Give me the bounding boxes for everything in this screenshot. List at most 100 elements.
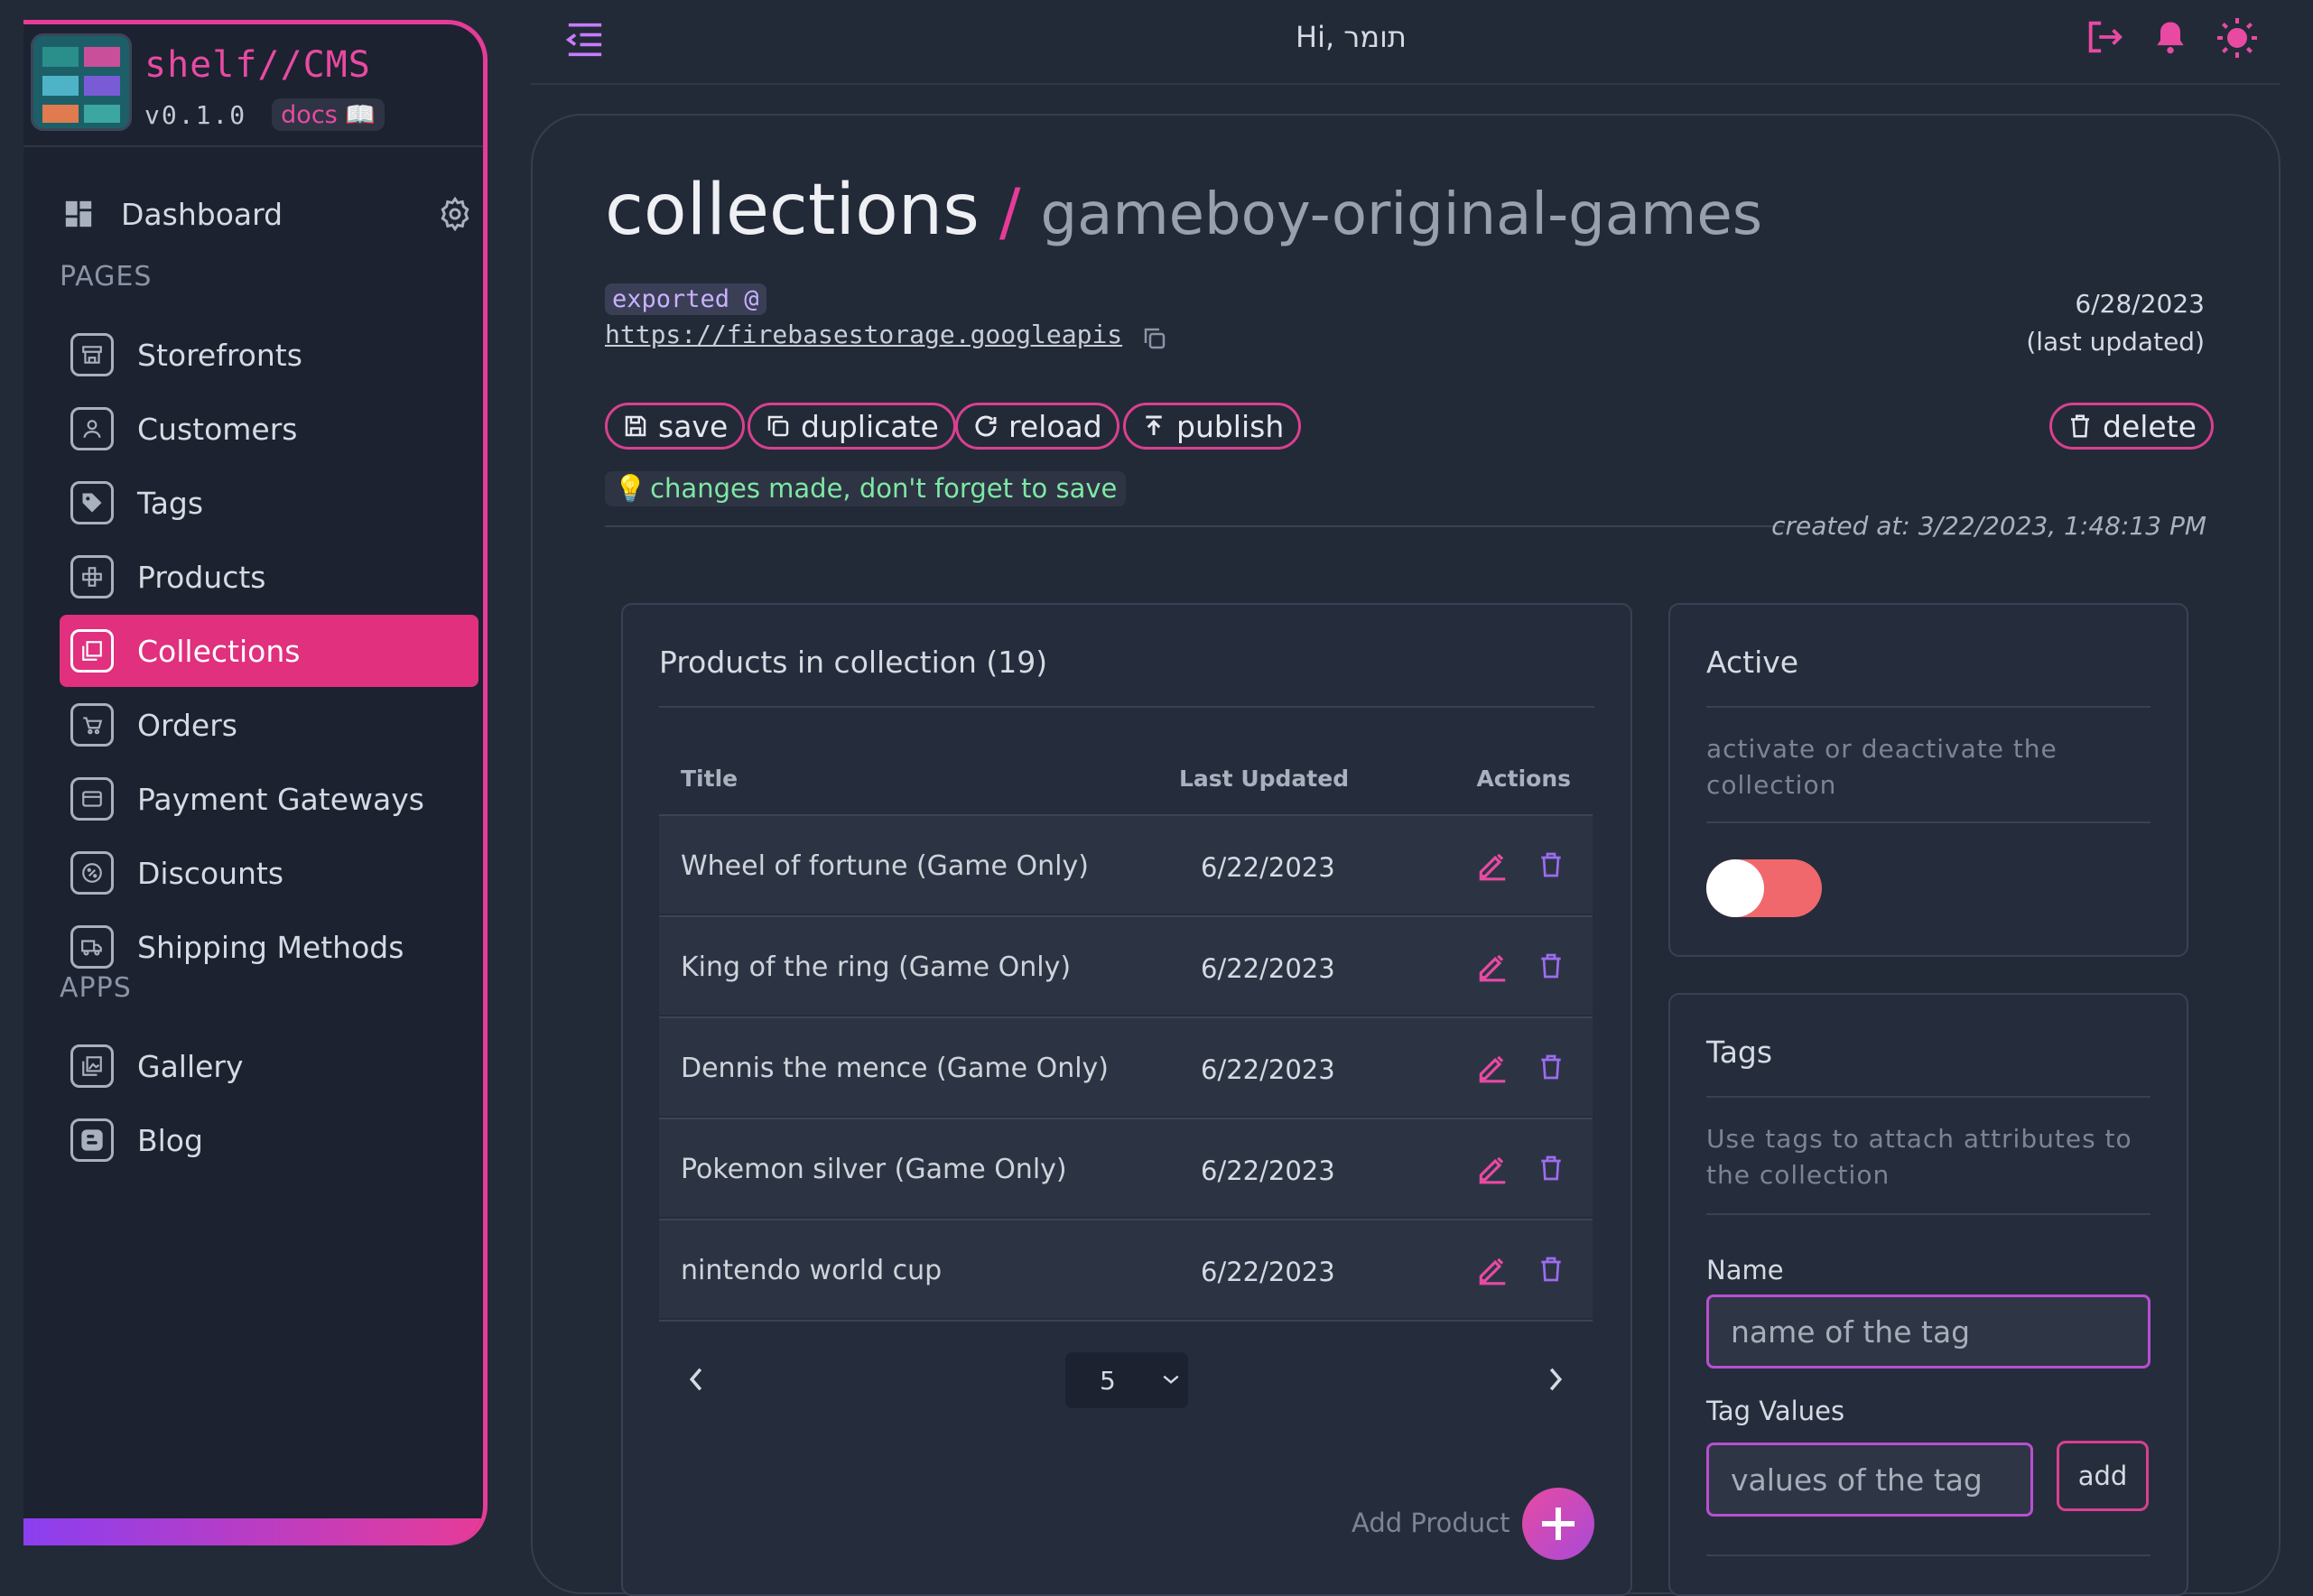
tags-panel-divider-3 xyxy=(1706,1554,2150,1556)
column-actions: Actions xyxy=(1476,766,1571,792)
storefront-icon xyxy=(70,333,114,376)
page-size-select[interactable]: 5 xyxy=(1065,1352,1188,1408)
sidebar-item-blog[interactable]: Blog xyxy=(60,1104,478,1176)
edit-icon[interactable] xyxy=(1475,1049,1509,1085)
sidebar-bottom-gradient xyxy=(23,1518,483,1545)
copy-icon[interactable] xyxy=(1141,325,1168,352)
duplicate-button-label: duplicate xyxy=(801,408,939,444)
reload-button[interactable]: reload xyxy=(955,403,1119,450)
image-icon xyxy=(70,1044,114,1088)
docs-link[interactable]: docs 📖 xyxy=(272,98,385,131)
tag-values-input[interactable] xyxy=(1706,1443,2033,1517)
user-icon xyxy=(70,407,114,450)
toggle-knob xyxy=(1706,859,1764,917)
menu-collapse-icon[interactable] xyxy=(565,22,605,58)
upload-icon xyxy=(1146,415,1162,435)
active-panel-divider-2 xyxy=(1706,821,2150,823)
page-title: collections / gameboy-original-games xyxy=(605,170,1762,251)
last-updated-label: (last updated) xyxy=(2026,327,2205,357)
export-url-link[interactable]: https://firebasestorage.googleapis xyxy=(605,320,1122,349)
active-toggle[interactable] xyxy=(1706,859,1822,917)
tags-panel-divider-2 xyxy=(1706,1213,2150,1215)
cart-icon xyxy=(70,703,114,747)
add-product-button[interactable] xyxy=(1522,1488,1594,1560)
sidebar-item-dashboard[interactable]: Dashboard xyxy=(60,187,478,241)
user-greeting: Hi, תומר xyxy=(1296,20,1407,54)
products-panel-divider xyxy=(659,706,1594,708)
publish-button-label: publish xyxy=(1176,408,1285,444)
trash-icon[interactable] xyxy=(1537,1051,1565,1083)
edit-icon[interactable] xyxy=(1475,847,1509,883)
version-label: v0.1.0 xyxy=(144,99,247,130)
sidebar-item-label: Dashboard xyxy=(121,196,283,232)
sidebar-item-label: Products xyxy=(137,559,266,595)
sun-icon[interactable] xyxy=(2215,16,2259,60)
created-at-label: created at: 3/22/2023, 1:48:13 PM xyxy=(1771,511,2206,541)
sidebar-item-customers[interactable]: Customers xyxy=(60,393,478,465)
table-row[interactable]: King of the ring (Game Only) 6/22/2023 xyxy=(659,915,1593,1015)
sidebar-item-storefronts[interactable]: Storefronts xyxy=(60,319,478,391)
sidebar-item-tags[interactable]: Tags xyxy=(60,467,478,539)
tags-panel-divider xyxy=(1706,1096,2150,1098)
trash-icon[interactable] xyxy=(1537,1152,1565,1184)
sidebar-item-label: Gallery xyxy=(137,1048,244,1084)
blogger-icon xyxy=(70,1118,114,1162)
collections-icon xyxy=(70,629,114,673)
plus-icon xyxy=(1542,1508,1575,1540)
duplicate-button[interactable]: duplicate xyxy=(748,403,956,450)
add-product-label: Add Product xyxy=(1352,1508,1510,1538)
trash-icon[interactable] xyxy=(1537,950,1565,982)
tag-name-input[interactable] xyxy=(1706,1294,2150,1369)
exported-badge: exported @ xyxy=(605,283,766,315)
last-updated-date: 6/28/2023 xyxy=(2075,289,2205,319)
sidebar-item-label: Shipping Methods xyxy=(137,929,404,965)
collection-handle: gameboy-original-games xyxy=(1040,181,1763,248)
tag-name-label: Name xyxy=(1706,1255,1784,1285)
save-button[interactable]: save xyxy=(605,403,746,450)
gamepad-icon xyxy=(70,555,114,598)
edit-icon[interactable] xyxy=(1475,1251,1509,1287)
sidebar-item-orders[interactable]: Orders xyxy=(60,689,478,761)
product-title: Wheel of fortune (Game Only) xyxy=(681,850,1089,882)
sidebar-divider xyxy=(23,145,483,147)
delete-button[interactable]: delete xyxy=(2049,403,2214,450)
sidebar-item-discounts[interactable]: Discounts xyxy=(60,837,478,909)
column-title: Title xyxy=(681,766,738,792)
trash-icon xyxy=(2071,414,2089,438)
table-row[interactable]: Pokemon silver (Game Only) 6/22/2023 xyxy=(659,1118,1593,1217)
sidebar-item-collections[interactable]: Collections xyxy=(60,615,478,687)
sidebar-item-label: Blog xyxy=(137,1122,203,1158)
chevron-left-icon[interactable] xyxy=(686,1365,706,1394)
topbar-divider xyxy=(531,83,2280,85)
product-title: Dennis the mence (Game Only) xyxy=(681,1053,1110,1084)
truck-icon xyxy=(70,925,114,969)
last-updated-info: 6/28/2023 (last updated) xyxy=(2026,285,2205,361)
title-separator: / xyxy=(999,175,1021,249)
active-panel-description: activate or deactivate the collection xyxy=(1706,734,2058,800)
logout-icon[interactable] xyxy=(2084,16,2125,58)
sidebar-item-payment-gateways[interactable]: Payment Gateways xyxy=(60,763,478,835)
sidebar-item-gallery[interactable]: Gallery xyxy=(60,1030,478,1102)
hint-divider xyxy=(605,525,1784,527)
discount-icon xyxy=(70,851,114,895)
bell-icon[interactable] xyxy=(2150,16,2190,58)
pages-section-heading: PAGES xyxy=(60,261,153,292)
dashboard-icon xyxy=(65,200,92,227)
edit-icon[interactable] xyxy=(1475,1150,1509,1186)
gear-icon[interactable] xyxy=(437,196,473,232)
table-row[interactable]: Dennis the mence (Game Only) 6/22/2023 xyxy=(659,1016,1593,1116)
sidebar: shelf//CMS v0.1.0 docs 📖 Dashboard PAGES… xyxy=(23,20,488,1545)
apps-section-heading: APPS xyxy=(60,972,132,1004)
chevron-down-icon xyxy=(1163,1375,1179,1384)
trash-icon[interactable] xyxy=(1537,849,1565,881)
edit-icon[interactable] xyxy=(1475,948,1509,984)
sidebar-item-label: Discounts xyxy=(137,855,284,891)
add-tag-value-button[interactable]: add xyxy=(2057,1441,2149,1511)
publish-button[interactable]: publish xyxy=(1123,403,1302,450)
reload-button-label: reload xyxy=(1008,408,1102,444)
sidebar-item-products[interactable]: Products xyxy=(60,541,478,613)
table-row[interactable]: Wheel of fortune (Game Only) 6/22/2023 xyxy=(659,814,1593,914)
trash-icon[interactable] xyxy=(1537,1253,1565,1285)
table-row[interactable]: nintendo world cup 6/22/2023 xyxy=(659,1219,1593,1318)
chevron-right-icon[interactable] xyxy=(1546,1365,1565,1394)
